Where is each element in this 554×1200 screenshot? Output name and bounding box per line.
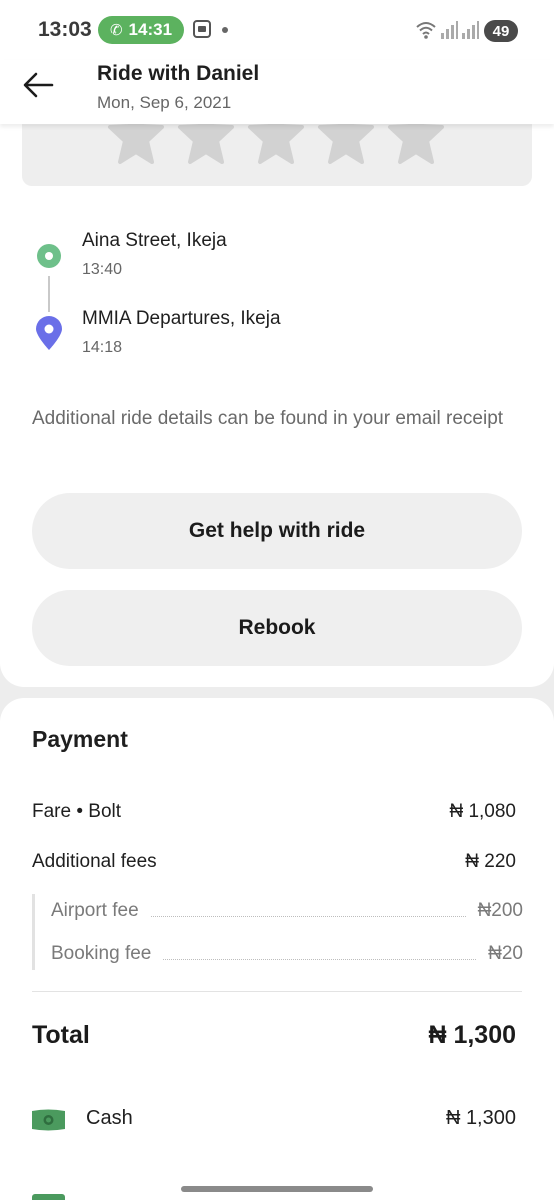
airport-fee-amount: ₦200 [477, 900, 523, 921]
payment-method-label: Cash [86, 1107, 133, 1129]
notification-dot-icon [222, 27, 228, 33]
additional-fees-row: Additional fees ₦ 220 [32, 851, 516, 873]
fee-breakdown: Airport fee ₦200 Booking fee ₦20 [32, 894, 523, 970]
leader-dots [163, 959, 477, 960]
back-arrow-icon[interactable] [22, 70, 56, 100]
payment-method-amount: ₦ 1,300 [445, 1107, 516, 1129]
fare-row: Fare • Bolt ₦ 1,080 [32, 801, 516, 823]
wifi-icon [416, 22, 436, 39]
signal-icon [441, 21, 458, 39]
email-receipt-note: Additional ride details can be found in … [32, 408, 504, 429]
rebook-button[interactable]: Rebook [32, 590, 522, 666]
additional-fees-amount: ₦ 220 [465, 851, 516, 872]
phone-icon: ✆ [109, 22, 123, 39]
call-timer: 14:31 [128, 20, 173, 39]
dropoff-time: 14:18 [82, 339, 123, 356]
next-item-icon [32, 1194, 65, 1200]
cash-icon [32, 1109, 65, 1131]
pickup-address: Aina Street, Ikeja [82, 230, 227, 251]
home-indicator[interactable] [181, 1186, 373, 1192]
leader-dots [150, 916, 466, 917]
battery-icon: 49 [484, 20, 518, 42]
screen-record-icon [193, 20, 211, 38]
payment-title: Payment [32, 726, 128, 752]
battery-level: 49 [492, 22, 510, 40]
signal-icon-2 [462, 21, 479, 39]
additional-fees-label: Additional fees [32, 851, 157, 872]
ride-details-card: Aina Street, Ikeja 13:40 MMIA Departures… [0, 112, 554, 687]
fare-amount: ₦ 1,080 [449, 801, 516, 822]
payment-card: Payment Fare • Bolt ₦ 1,080 Additional f… [0, 698, 554, 1200]
status-bar: 13:03 ✆ 14:31 49 [0, 0, 554, 60]
pickup-pin-icon [37, 244, 61, 268]
booking-fee-label: Booking fee [51, 943, 152, 964]
pickup-time: 13:40 [82, 261, 123, 278]
dropoff-pin-icon [36, 316, 62, 350]
ongoing-call-chip[interactable]: ✆ 14:31 [98, 16, 184, 44]
airport-fee-row: Airport fee ₦200 [51, 900, 523, 922]
total-label: Total [32, 1021, 90, 1049]
total-amount: ₦ 1,300 [428, 1021, 516, 1049]
divider [32, 991, 522, 992]
status-time: 13:03 [38, 18, 92, 41]
route-timeline: Aina Street, Ikeja 13:40 MMIA Departures… [32, 230, 512, 370]
ride-date: Mon, Sep 6, 2021 [97, 93, 232, 112]
app-header: Ride with Daniel Mon, Sep 6, 2021 [0, 60, 554, 124]
page-title: Ride with Daniel [97, 62, 260, 85]
fare-label: Fare • Bolt [32, 801, 122, 822]
booking-fee-row: Booking fee ₦20 [51, 943, 523, 965]
airport-fee-label: Airport fee [51, 900, 139, 921]
route-line [48, 276, 50, 312]
booking-fee-amount: ₦20 [488, 943, 523, 964]
get-help-button[interactable]: Get help with ride [32, 493, 522, 569]
total-row: Total ₦ 1,300 [32, 1021, 516, 1050]
dropoff-address: MMIA Departures, Ikeja [82, 308, 281, 329]
